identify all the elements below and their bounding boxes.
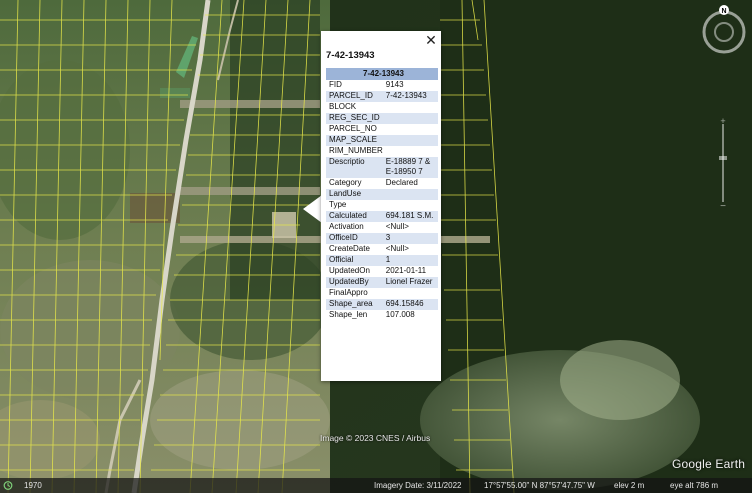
attr-value <box>382 135 438 146</box>
balloon-title: 7-42-13943 <box>326 50 375 61</box>
attr-key: UpdatedBy <box>326 277 383 288</box>
balloon-pointer <box>303 195 322 223</box>
compass-icon[interactable]: N <box>698 4 750 56</box>
attr-key: RIM_NUMBER <box>329 146 383 155</box>
attr-value: 107.008 <box>385 310 415 319</box>
close-icon[interactable]: ✕ <box>424 33 438 47</box>
cursor-coordinates: 17°57'55.00" N 87°57'47.75" W <box>484 481 595 490</box>
attr-key: LandUse <box>326 189 383 200</box>
attr-value: <Null> <box>385 244 409 253</box>
attr-key: Category <box>329 178 362 187</box>
attribute-table-header: 7-42-13943 <box>326 68 438 80</box>
attr-key: FinalAppro <box>329 288 368 297</box>
attr-value <box>383 200 438 211</box>
zoom-handle <box>719 156 727 160</box>
attr-key: PARCEL_ID <box>326 91 383 102</box>
attr-value: Declared <box>385 178 418 187</box>
attr-key: REG_SEC_ID <box>326 113 383 124</box>
attr-value: E-18889 7 & E-18950 7 <box>382 157 438 178</box>
history-clock-icon[interactable] <box>3 481 13 490</box>
zoom-slider[interactable]: + − <box>716 116 730 210</box>
imagery-attribution: Image © 2023 CNES / Airbus <box>320 433 431 443</box>
attr-value: 694.15846 <box>382 299 438 310</box>
attr-key: Activation <box>329 222 364 231</box>
attr-key: MAP_SCALE <box>326 135 383 146</box>
attr-key: Shape_area <box>326 299 383 310</box>
attr-value <box>383 124 438 135</box>
attribute-table: 7-42-13943 FID 9143 PARCEL_ID 7-42-13943 B… <box>326 68 438 321</box>
attr-value: 3 <box>382 233 438 244</box>
zoom-in-icon: + <box>720 116 725 126</box>
google-earth-logo: Google Earth <box>672 457 746 471</box>
attr-value <box>383 102 438 113</box>
elevation-readout: elev 2 m <box>614 481 645 490</box>
attr-key: Type <box>329 200 347 209</box>
attr-value: 9143 <box>385 80 404 89</box>
attr-value: 7-42-13943 <box>382 91 438 102</box>
attr-value <box>382 113 438 124</box>
eye-altitude-readout: eye alt 786 m <box>670 481 719 490</box>
imagery-date: Imagery Date: 3/11/2022 <box>374 481 462 490</box>
attr-key: CreateDate <box>329 244 370 253</box>
attr-value: 2021-01-11 <box>385 266 427 275</box>
attr-value <box>383 288 438 299</box>
parcel-info-balloon: ✕ 7-42-13943 7-42-13943 FID 9143 PARCEL_I… <box>321 31 441 381</box>
status-bar: 1970 Imagery Date: 3/11/2022 17°57'55.00… <box>0 478 752 493</box>
attr-key: UpdatedOn <box>329 266 370 275</box>
attr-key: Calculated <box>326 211 383 222</box>
attr-key: Shape_len <box>329 310 368 319</box>
zoom-out-icon: − <box>720 201 726 210</box>
attr-key: Official <box>326 255 383 266</box>
attr-key: PARCEL_NO <box>329 124 377 133</box>
attr-value <box>382 189 438 200</box>
history-year[interactable]: 1970 <box>24 478 42 493</box>
attr-value: Lionel Frazer <box>382 277 438 288</box>
attr-key: BLOCK <box>329 102 357 111</box>
attr-key: FID <box>329 80 342 89</box>
attr-key: OfficeID <box>326 233 383 244</box>
compass-north-label: N <box>721 8 726 15</box>
attr-value <box>383 146 438 157</box>
attr-value: 694.181 S.M. <box>382 211 438 222</box>
attr-key: Descriptio <box>326 157 383 178</box>
attr-value: <Null> <box>385 222 409 231</box>
attr-value: 1 <box>382 255 438 266</box>
